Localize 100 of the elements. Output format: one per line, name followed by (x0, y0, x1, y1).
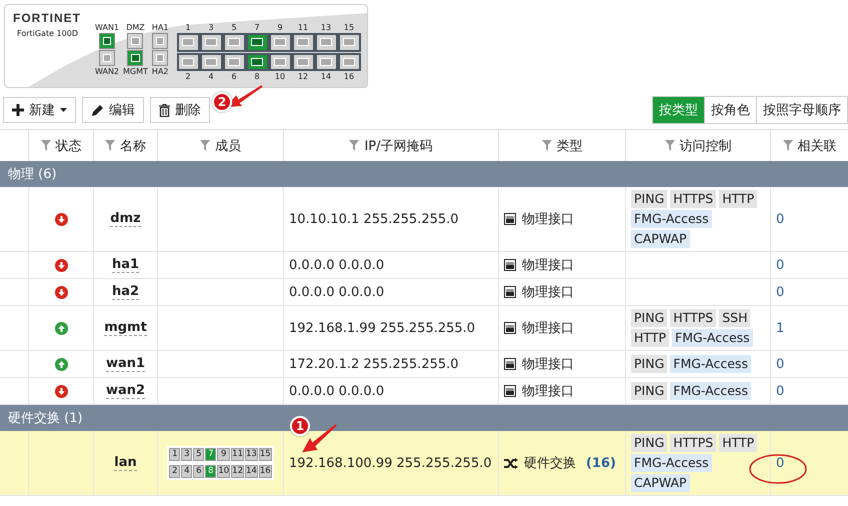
column-header[interactable]: 访问控制 (680, 136, 732, 154)
interface-name[interactable]: wan2 (106, 383, 146, 399)
member-port: 4 (181, 465, 192, 478)
ethernet-port[interactable] (200, 33, 222, 52)
access-tag: HTTPS (670, 309, 716, 327)
filter-icon (664, 140, 674, 151)
reference-count[interactable]: 1 (776, 320, 784, 336)
access-tag: HTTPS (670, 190, 716, 208)
access-tag: PING (631, 434, 668, 452)
selected-row[interactable]: lan 1 3 5 7 9 11 13 15 2 4 6 8 10 12 14 16 192.168.100.99 255.255.255.0 硬件交换 (16) PING HTTPS HTTP FMG-Access CAPWAP 0 (0, 431, 848, 496)
interface-name[interactable]: ha2 (112, 284, 140, 300)
port-icon (504, 385, 516, 397)
down-arrow-icon (54, 212, 68, 226)
port-label: 9 (277, 23, 283, 32)
port-icon (504, 286, 516, 298)
ethernet-port[interactable] (246, 52, 268, 71)
reference-count[interactable]: 0 (776, 356, 784, 372)
port-label: 5 (231, 23, 237, 32)
port-label: 15 (344, 23, 354, 32)
port-label: 11 (298, 23, 308, 32)
port-label: 8 (254, 72, 260, 81)
ethernet-port[interactable] (292, 33, 314, 52)
port-label: WAN2 (95, 67, 120, 76)
view-toggle[interactable]: 按类型 (653, 97, 704, 123)
reference-count[interactable]: 0 (776, 384, 784, 398)
ethernet-port[interactable] (200, 52, 222, 71)
access-tag: FMG-Access (670, 382, 751, 400)
arrow (302, 424, 337, 452)
ethernet-port[interactable] (222, 33, 246, 52)
delete-button[interactable]: 删除 (150, 97, 210, 123)
interface-name[interactable]: ha1 (112, 257, 140, 273)
column-header[interactable]: 状态 (56, 136, 82, 154)
trash-icon (159, 104, 170, 116)
interface-name[interactable]: dmz (110, 211, 141, 227)
brand-logo: FORTINET (13, 11, 81, 25)
ethernet-port[interactable] (314, 33, 338, 52)
filter-icon (542, 140, 552, 151)
ethernet-port[interactable] (314, 52, 338, 71)
ethernet-port[interactable] (152, 50, 168, 66)
interface-type: 物理接口 (522, 211, 574, 228)
port-label: 2 (185, 72, 191, 81)
member-port: 12 (231, 465, 244, 478)
reference-count[interactable]: 0 (776, 284, 784, 300)
filter-icon (200, 140, 210, 151)
interface-type: 物理接口 (522, 383, 574, 400)
member-count: (16) (586, 456, 616, 470)
access-tag: FMG-Access (631, 454, 712, 472)
port-label: 13 (320, 23, 332, 32)
ethernet-port[interactable] (176, 33, 200, 52)
column-header[interactable]: 相关联 (798, 136, 836, 154)
column-header[interactable]: 名称 (120, 136, 146, 154)
port-label: WAN1 (95, 23, 120, 32)
column-header[interactable]: 类型 (556, 136, 582, 154)
access-tag: PING (631, 355, 668, 373)
plus-icon (12, 104, 24, 116)
ethernet-port[interactable] (268, 33, 292, 52)
filter-icon (40, 140, 50, 151)
member-port: 9 (217, 448, 230, 461)
reference-count[interactable]: 0 (776, 212, 784, 226)
ip-address: 0.0.0.0 0.0.0.0 (289, 284, 384, 300)
access-tag: CAPWAP (631, 474, 690, 492)
column-header[interactable]: IP/子网掩码 (364, 136, 433, 154)
port-icon (504, 358, 516, 370)
ethernet-port[interactable] (99, 33, 116, 49)
edit-button[interactable]: 编辑 (82, 97, 144, 123)
port-label: MGMT (123, 67, 148, 76)
port-label: 16 (344, 72, 354, 81)
access-tag: PING (631, 309, 668, 327)
column-header[interactable]: 成员 (215, 136, 241, 154)
ethernet-port[interactable] (292, 52, 314, 71)
port-label: 1 (185, 23, 191, 32)
interface-name[interactable]: lan (114, 455, 137, 471)
ethernet-port[interactable] (338, 52, 360, 71)
ethernet-port[interactable] (222, 52, 246, 71)
ethernet-port[interactable] (152, 33, 168, 49)
caret-icon (60, 108, 67, 112)
ethernet-port[interactable] (127, 33, 144, 49)
port-label: DMZ (126, 23, 145, 32)
access-tag: CAPWAP (631, 230, 690, 248)
filter-icon (105, 140, 115, 151)
ethernet-port[interactable] (127, 50, 144, 66)
port-label: HA2 (152, 67, 168, 76)
ethernet-port[interactable] (176, 52, 200, 71)
access-tag: HTTP (631, 329, 669, 347)
port-label: 6 (231, 72, 237, 81)
reference-count[interactable]: 0 (776, 258, 784, 272)
interface-type: 物理接口 (522, 284, 574, 301)
access-tag: FMG-Access (631, 210, 712, 228)
ethernet-port[interactable] (246, 33, 268, 52)
port-label: 7 (254, 23, 260, 32)
new-button[interactable]: 新建 (3, 97, 76, 123)
reference-count[interactable]: 0 (776, 456, 784, 470)
ethernet-port[interactable] (268, 52, 292, 71)
interface-name[interactable]: wan1 (106, 356, 146, 372)
interface-name[interactable]: mgmt (104, 320, 147, 336)
ethernet-port[interactable] (338, 33, 360, 52)
group-header[interactable]: 物理 (6) (0, 161, 848, 187)
access-tag: SSH (719, 309, 750, 327)
ethernet-port[interactable] (99, 50, 116, 66)
port-label: HA1 (152, 23, 168, 32)
